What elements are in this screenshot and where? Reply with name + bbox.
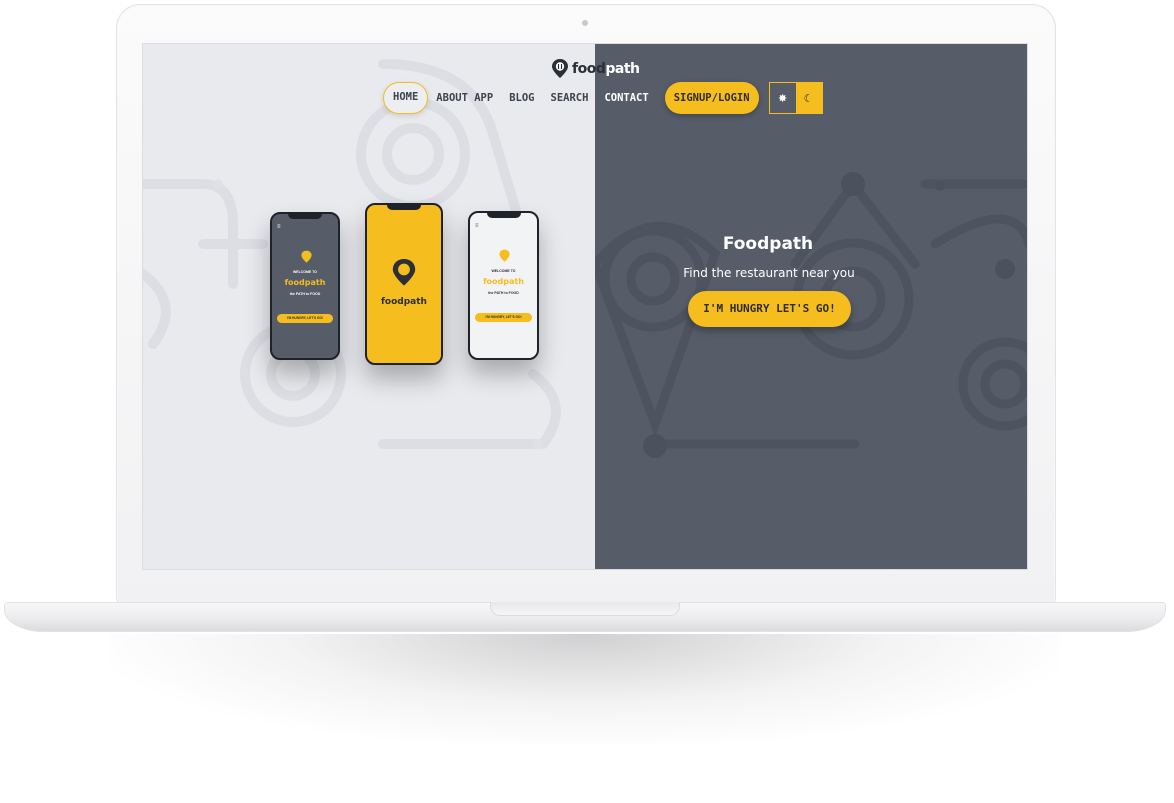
laptop-shadow (110, 634, 1060, 744)
hero-subtitle: Find the restaurant near you (683, 266, 855, 280)
moon-icon[interactable]: ☾ (795, 83, 822, 113)
logo[interactable]: foodpath (550, 58, 640, 80)
nav-blog[interactable]: BLOG (501, 82, 542, 114)
sun-icon[interactable]: ✸ (769, 83, 796, 113)
hero-title: Foodpath (722, 234, 814, 254)
logo-text-prefix: food (572, 61, 606, 77)
screen: foodpath HOME ABOUT APP BLOG SEARCH CONT… (142, 43, 1028, 570)
signup-login-button[interactable]: SIGNUP/LOGIN (664, 82, 759, 114)
menu-icon: ≡ (277, 224, 281, 230)
location-pin-icon (301, 250, 312, 263)
phone-mockup-white: ≡ WELCOME TO foodpath the PATH to FOOD I… (468, 211, 539, 360)
nav-home[interactable]: HOME (383, 82, 429, 114)
nav-about-app[interactable]: ABOUT APP (428, 82, 501, 114)
phone-brand: foodpath (284, 278, 326, 287)
hungry-cta-button[interactable]: I'M HUNGRY LET'S GO! (688, 291, 851, 327)
menu-icon: ≡ (475, 223, 479, 229)
theme-toggle: ✸ ☾ (768, 82, 823, 114)
phone-cta: I'M HUNGRY, LET'S GO! (475, 313, 532, 322)
phone-tagline: the PATH to FOOD (289, 292, 321, 296)
phone-brand: foodpath (483, 277, 524, 286)
phone-mockup-dark: ≡ WELCOME TO foodpath the PATH to FOOD I… (270, 212, 340, 360)
phone-welcome: WELCOME TO (491, 269, 516, 273)
phone-cta: I'M HUNGRY, LET'S GO! (277, 314, 333, 323)
logo-text-suffix: path (605, 61, 640, 77)
logo-text: foodpath (572, 61, 640, 77)
location-pin-icon (392, 259, 416, 286)
main-nav: HOME ABOUT APP BLOG SEARCH CONTACT SIGNU… (383, 82, 823, 114)
laptop-notch (490, 602, 680, 616)
location-pin-icon (499, 249, 510, 262)
phone-welcome: WELCOME TO (292, 270, 318, 274)
phone-mockup-yellow: foodpath (365, 203, 443, 365)
phone-tagline: the PATH to FOOD (488, 291, 519, 295)
nav-search[interactable]: SEARCH (543, 82, 597, 114)
location-pin-icon (552, 59, 568, 78)
camera (582, 20, 588, 26)
nav-contact[interactable]: CONTACT (596, 82, 656, 114)
phone-brand: foodpath (381, 297, 427, 307)
